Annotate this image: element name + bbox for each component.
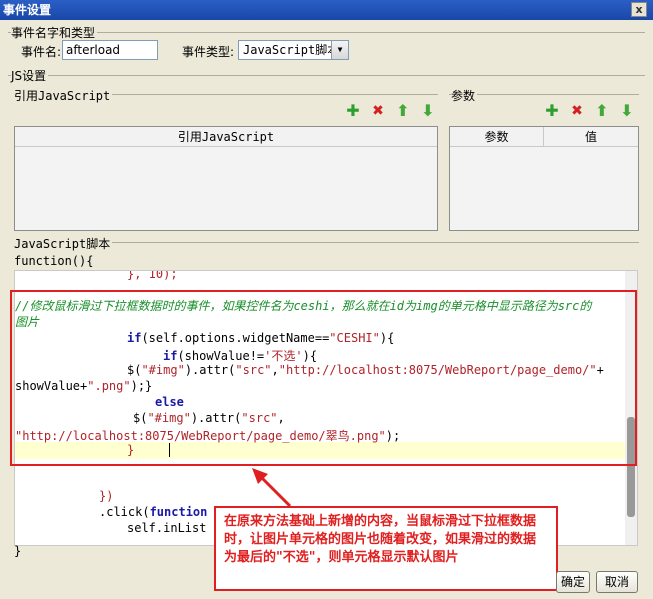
event-group-title: 事件名字和类型	[11, 24, 98, 41]
window-title-bar: 事件设置 x	[0, 0, 653, 20]
code-line: self.inList =	[127, 521, 221, 535]
params-title: 参数	[451, 87, 478, 104]
code-line: .click(function (	[99, 505, 222, 519]
ref-js-title: 引用JavaScript	[14, 87, 113, 104]
chevron-down-icon[interactable]: ▼	[331, 41, 348, 59]
params-table[interactable]: 参数 值	[449, 126, 639, 231]
move-down-param-icon[interactable]: ⬇	[619, 103, 635, 119]
event-type-select[interactable]: JavaScript脚本 ▼	[238, 40, 349, 60]
ok-button[interactable]: 确定	[556, 571, 590, 593]
move-down-ref-js-icon[interactable]: ⬇	[420, 103, 436, 119]
js-group-line	[8, 75, 645, 76]
value-column-header[interactable]: 值	[544, 127, 638, 147]
event-group-line	[8, 32, 645, 33]
ref-js-table[interactable]: 引用JavaScript	[14, 126, 438, 231]
js-group-title: JS设置	[11, 67, 49, 84]
event-name-label: 事件名:	[21, 45, 62, 59]
params-line	[449, 94, 639, 95]
annotation-callout: 在原来方法基础上新增的内容，当鼠标滑过下拉框数据时，让图片单元格的图片也随着改变…	[214, 506, 558, 591]
cancel-button[interactable]: 取消	[596, 571, 638, 593]
code-line: })	[99, 489, 114, 503]
move-up-param-icon[interactable]: ⬆	[594, 103, 610, 119]
close-icon[interactable]: x	[631, 2, 647, 17]
window-title: 事件设置	[3, 3, 52, 17]
delete-param-icon[interactable]: ✖	[569, 103, 585, 119]
delete-ref-js-icon[interactable]: ✖	[370, 103, 386, 119]
event-type-label: 事件类型:	[182, 45, 235, 59]
event-name-input[interactable]: afterload	[62, 40, 158, 60]
ref-js-column-header[interactable]: 引用JavaScript	[15, 127, 437, 147]
add-param-icon[interactable]: ✚	[544, 103, 560, 119]
code-line: }, 10);	[127, 270, 178, 281]
script-title: JavaScript脚本	[14, 235, 113, 252]
add-ref-js-icon[interactable]: ✚	[345, 103, 361, 119]
event-type-value: JavaScript脚本	[243, 43, 340, 57]
function-footer: }	[14, 544, 22, 558]
annotation-highlight-box	[10, 290, 637, 466]
move-up-ref-js-icon[interactable]: ⬆	[395, 103, 411, 119]
function-header: function(){	[14, 254, 94, 268]
param-column-header[interactable]: 参数	[450, 127, 544, 147]
